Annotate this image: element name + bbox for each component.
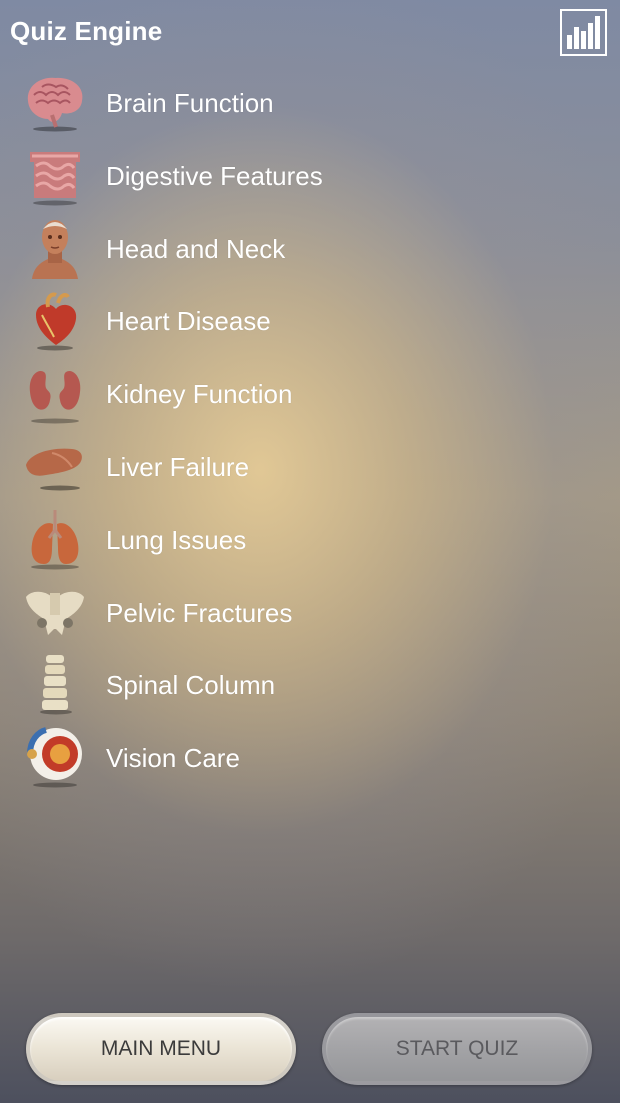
topic-label: Spinal Column [106, 670, 276, 701]
intestines-icon [30, 151, 80, 206]
kidneys-icon [29, 371, 81, 424]
topic-label: Vision Care [106, 743, 240, 774]
heart-icon [36, 292, 77, 351]
topic-item-brain-function[interactable]: Brain Function [0, 66, 620, 139]
topic-item-heart-disease[interactable]: Heart Disease [0, 284, 620, 357]
topic-item-kidney-function[interactable]: Kidney Function [0, 357, 620, 430]
start-quiz-button[interactable]: START QUIZ [322, 1013, 592, 1085]
topic-list: Brain Function Digestive Features Head a… [0, 66, 620, 794]
lungs-icon [31, 509, 79, 570]
eye-icon [27, 727, 82, 788]
topic-item-spinal-column[interactable]: Spinal Column [0, 648, 620, 721]
head-icon [32, 219, 78, 279]
spine-icon [40, 655, 72, 715]
topic-label: Heart Disease [106, 306, 271, 337]
topic-item-liver-failure[interactable]: Liver Failure [0, 430, 620, 503]
topic-item-lung-issues[interactable]: Lung Issues [0, 503, 620, 576]
topic-item-vision-care[interactable]: Vision Care [0, 721, 620, 794]
topic-label: Kidney Function [106, 379, 293, 410]
topic-label: Head and Neck [106, 233, 286, 264]
topic-item-pelvic-fractures[interactable]: Pelvic Fractures [0, 576, 620, 649]
main-menu-button[interactable]: MAIN MENU [26, 1013, 296, 1085]
bar-chart-icon [567, 16, 600, 49]
topic-label: Liver Failure [106, 451, 250, 482]
liver-icon [26, 448, 82, 491]
brain-icon [27, 77, 83, 132]
topic-label: Digestive Features [106, 160, 323, 191]
app-title: Quiz Engine [10, 16, 163, 46]
pelvis-icon [26, 591, 84, 635]
topic-item-digestive-features[interactable]: Digestive Features [0, 139, 620, 212]
topic-label: Lung Issues [106, 524, 247, 555]
topic-label: Pelvic Fractures [106, 597, 293, 628]
topic-label: Brain Function [106, 88, 274, 118]
stats-button[interactable] [560, 9, 607, 56]
topic-item-head-and-neck[interactable]: Head and Neck [0, 212, 620, 285]
